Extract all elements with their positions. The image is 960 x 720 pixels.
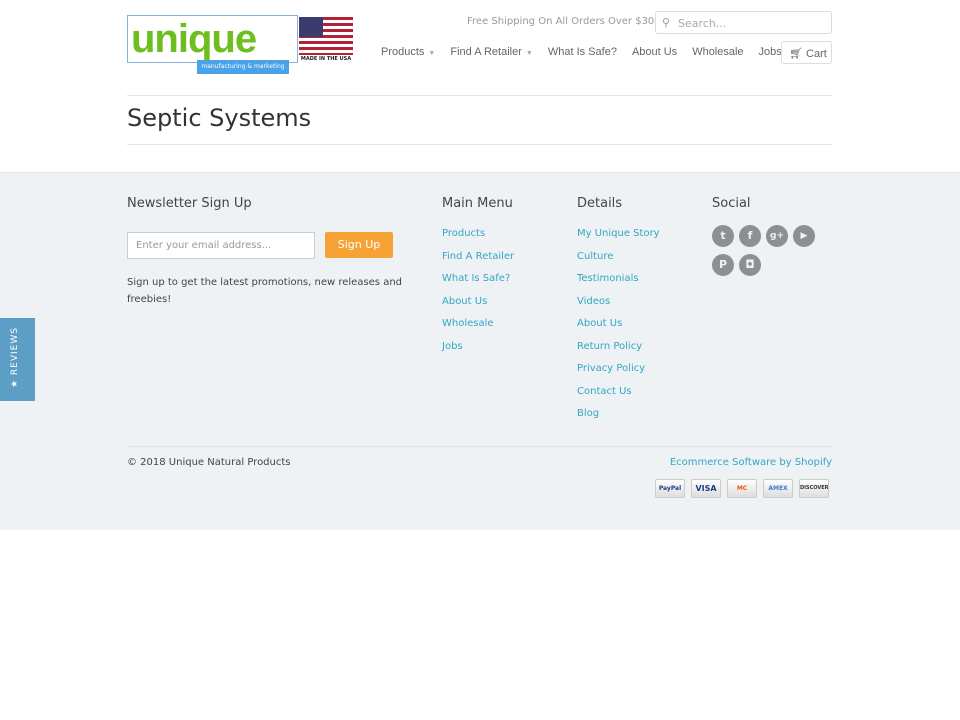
chevron-down-icon: ▼	[428, 50, 436, 57]
search-input[interactable]: ⚲ Search...	[655, 11, 832, 34]
nav-wholesale[interactable]: Wholesale	[692, 46, 743, 58]
search-placeholder: Search...	[678, 17, 727, 30]
mastercard-icon: MC	[727, 479, 757, 498]
social-heading: Social	[712, 196, 751, 211]
youtube-icon[interactable]: ▶	[793, 225, 815, 247]
nav-products[interactable]: Products ▼	[381, 46, 435, 58]
main-nav: Products ▼ Find A Retailer ▼ What Is Safe?…	[381, 46, 797, 58]
footer-link[interactable]: About Us	[442, 291, 514, 314]
shipping-notice: Free Shipping On All Orders Over $30	[467, 16, 655, 27]
details-heading: Details	[577, 196, 623, 211]
discover-icon: DISCOVER	[799, 479, 829, 498]
nav-what-is-safe[interactable]: What Is Safe?	[548, 46, 617, 58]
page-title: Septic Systems	[127, 104, 312, 132]
cart-label: Cart	[806, 48, 827, 60]
nav-about-us[interactable]: About Us	[632, 46, 677, 58]
reviews-tab[interactable]: ★ REVIEWS	[0, 318, 35, 401]
footer-link[interactable]: Culture	[577, 246, 660, 269]
footer-link[interactable]: About Us	[577, 313, 660, 336]
facebook-icon[interactable]: f	[739, 225, 761, 247]
footer-link[interactable]: What Is Safe?	[442, 268, 514, 291]
divider	[127, 95, 832, 96]
footer-link[interactable]: Testimonials	[577, 268, 660, 291]
usa-flag-icon	[299, 17, 353, 55]
footer-link[interactable]: Jobs	[442, 336, 514, 359]
divider	[127, 144, 832, 145]
payment-icons: PayPal VISA MC AMEX DISCOVER	[655, 479, 829, 498]
logo-text: unique	[127, 15, 298, 63]
footer-link[interactable]: Wholesale	[442, 313, 514, 336]
cart-button[interactable]: 🛒︎ Cart	[781, 41, 832, 64]
visa-icon: VISA	[691, 479, 721, 498]
amex-icon: AMEX	[763, 479, 793, 498]
main-menu-links: Products Find A Retailer What Is Safe? A…	[442, 223, 514, 358]
nav-find-a-retailer[interactable]: Find A Retailer ▼	[450, 46, 532, 58]
paypal-icon: PayPal	[655, 479, 685, 498]
cart-icon: 🛒︎	[789, 48, 803, 60]
footer-link[interactable]: Privacy Policy	[577, 358, 660, 381]
main-menu-heading: Main Menu	[442, 196, 513, 211]
email-field[interactable]: Enter your email address...	[127, 232, 315, 259]
sign-up-button[interactable]: Sign Up	[325, 232, 393, 258]
footer-link[interactable]: Contact Us	[577, 381, 660, 404]
footer-link[interactable]: Products	[442, 223, 514, 246]
nav-label: Products	[381, 46, 425, 58]
made-in-usa-badge: MADE IN THE USA	[300, 56, 352, 62]
logo[interactable]: unique manufacturing & marketing MADE IN…	[127, 14, 353, 76]
footer-link[interactable]: Return Policy	[577, 336, 660, 359]
nav-jobs[interactable]: Jobs	[759, 46, 782, 58]
pinterest-icon[interactable]: P	[712, 254, 734, 276]
instagram-icon[interactable]: ◘	[739, 254, 761, 276]
search-icon: ⚲	[662, 16, 671, 29]
nav-label: Find A Retailer	[450, 46, 522, 58]
footer-link[interactable]: Videos	[577, 291, 660, 314]
reviews-label: ★ REVIEWS	[10, 327, 20, 388]
newsletter-heading: Newsletter Sign Up	[127, 196, 252, 211]
details-links: My Unique Story Culture Testimonials Vid…	[577, 223, 660, 426]
copyright: © 2018 Unique Natural Products	[127, 457, 291, 468]
chevron-down-icon: ▼	[525, 50, 533, 57]
footer-link[interactable]: My Unique Story	[577, 223, 660, 246]
logo-tagline: manufacturing & marketing	[197, 60, 289, 74]
shopify-link[interactable]: Ecommerce Software by Shopify	[670, 457, 832, 468]
newsletter-description: Sign up to get the latest promotions, ne…	[127, 277, 403, 305]
divider	[127, 446, 832, 447]
google-plus-icon[interactable]: g+	[766, 225, 788, 247]
footer-link[interactable]: Find A Retailer	[442, 246, 514, 269]
twitter-icon[interactable]: t	[712, 225, 734, 247]
footer-link[interactable]: Blog	[577, 403, 660, 426]
